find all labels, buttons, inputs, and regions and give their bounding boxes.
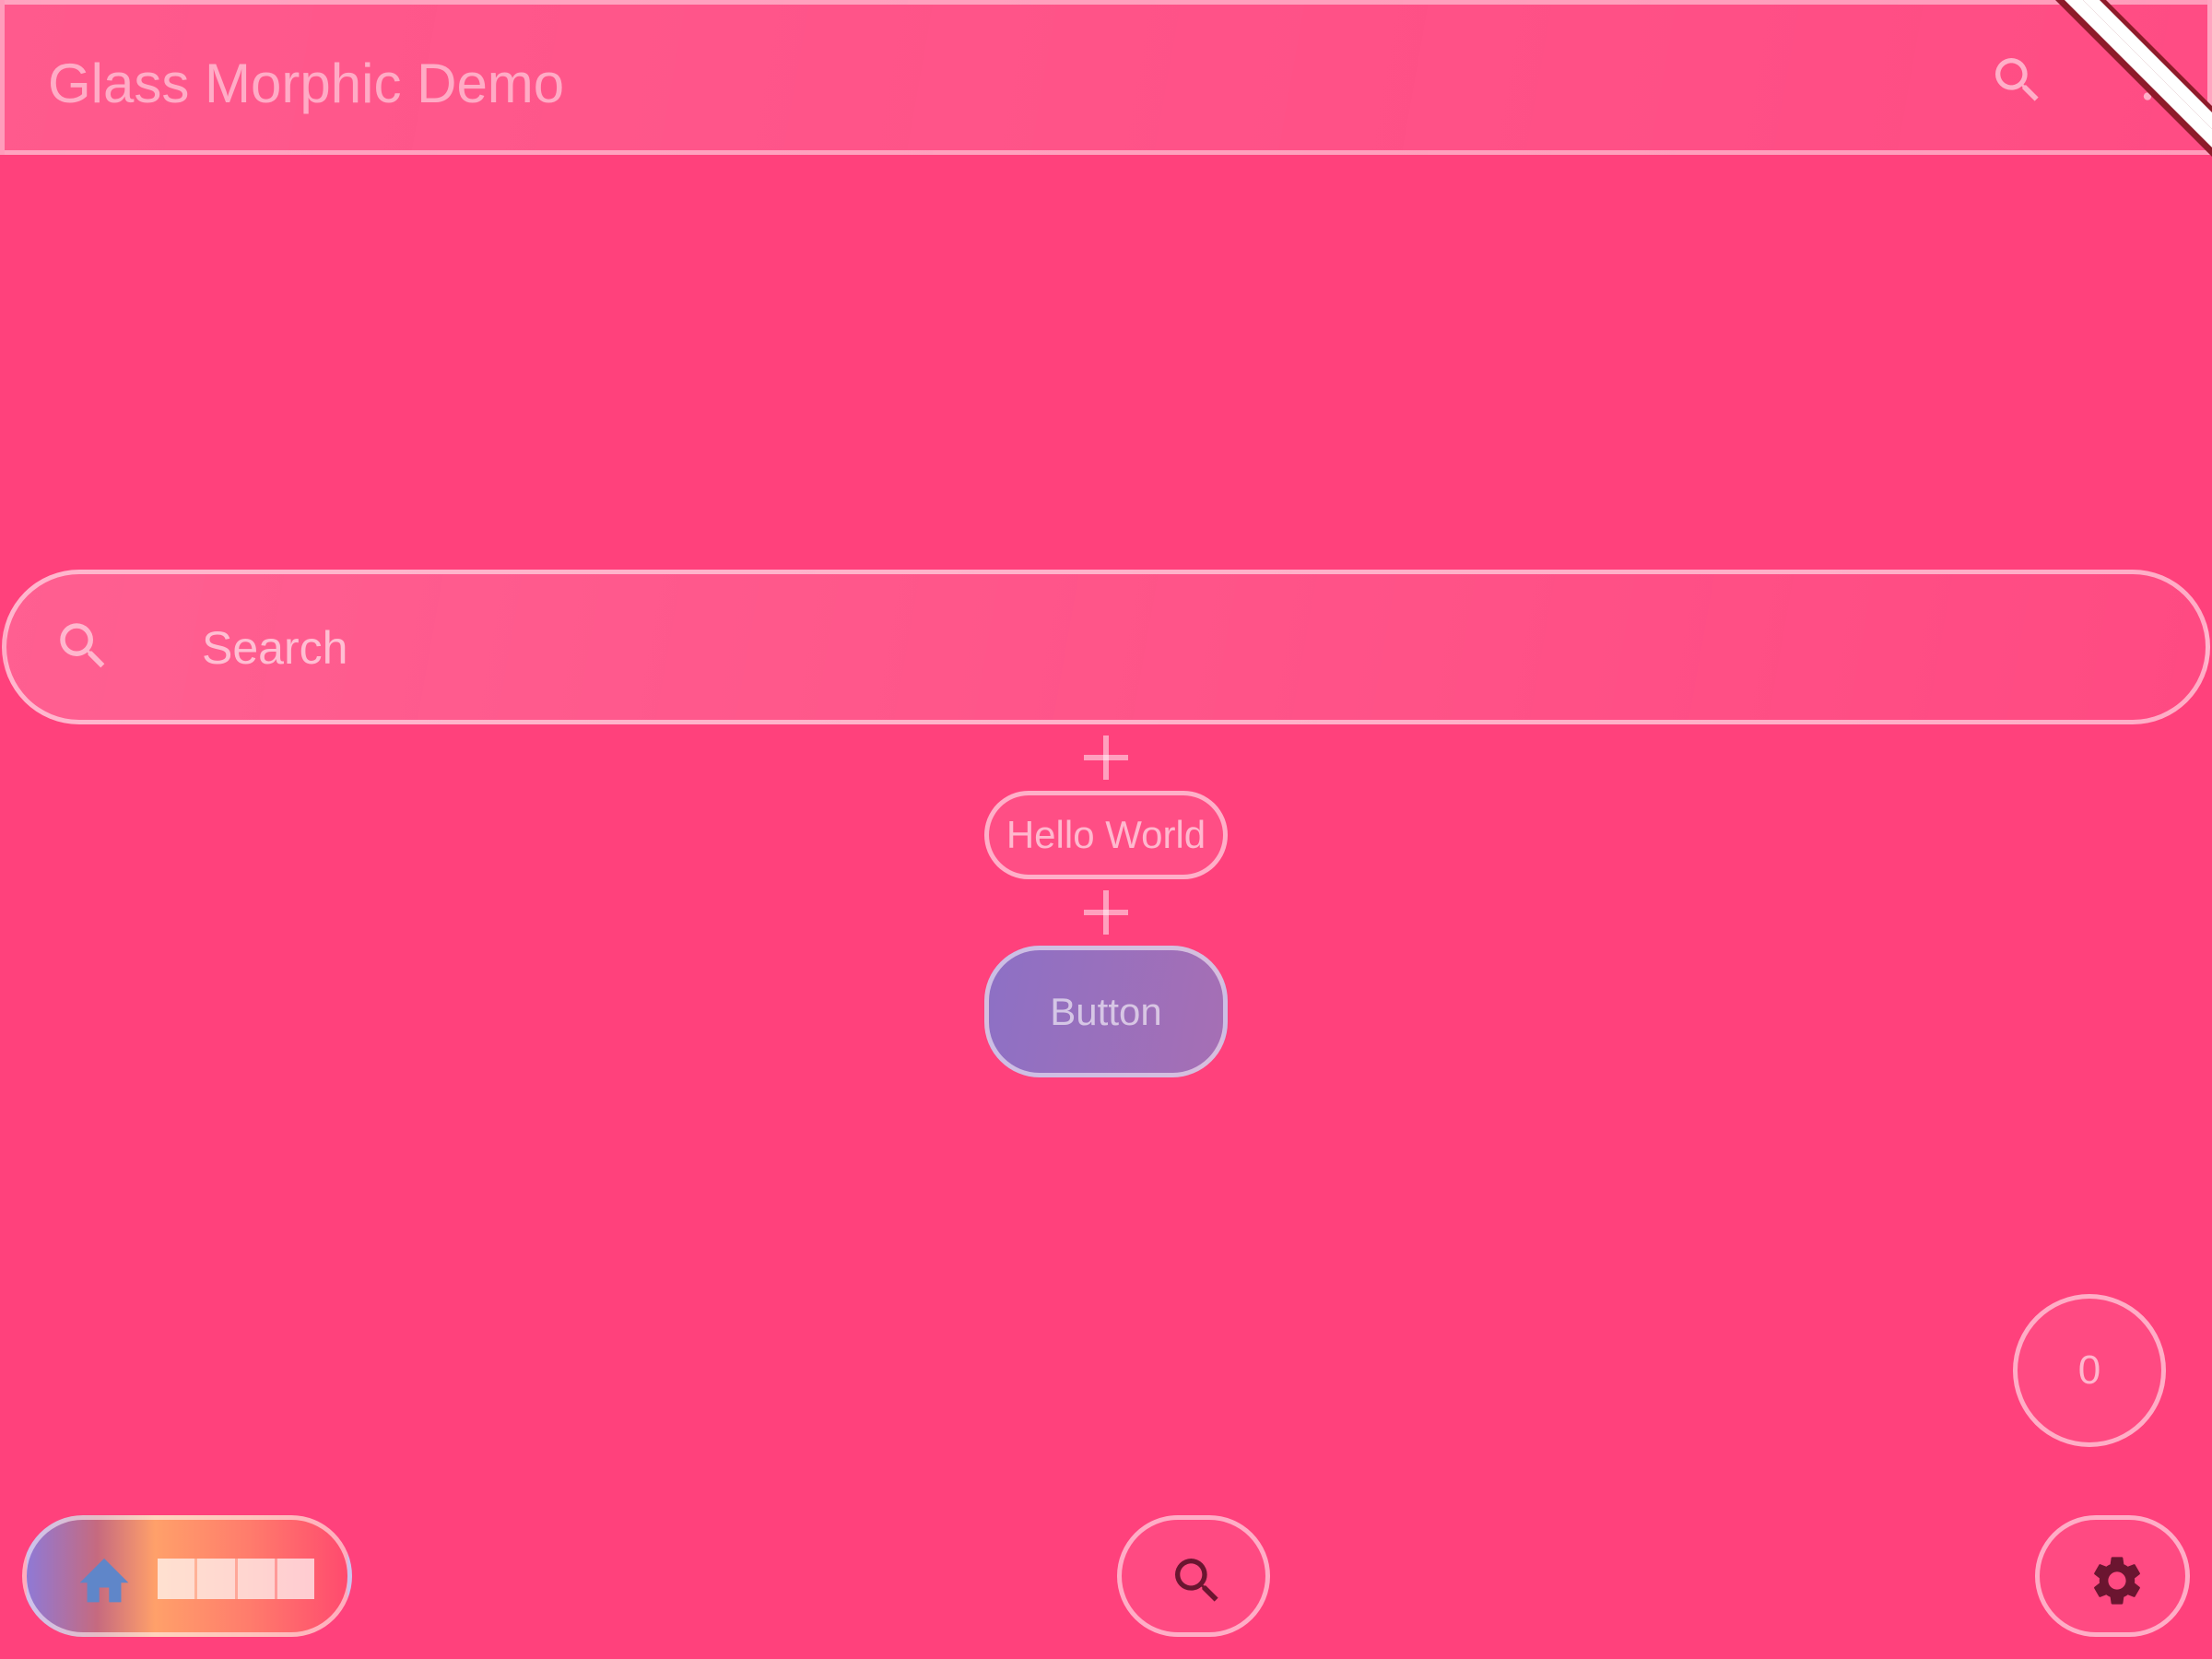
search-icon [1995, 58, 2039, 101]
app-bar-more-button[interactable] [2124, 60, 2171, 106]
more-vert-icon [2143, 92, 2152, 100]
app-bar-search-button[interactable] [1988, 51, 2047, 110]
plus-icon [1084, 735, 1128, 780]
app-title: Glass Morphic Demo [48, 53, 565, 114]
hello-world-chip[interactable]: Hello World [984, 791, 1228, 879]
plus-icon [1084, 890, 1128, 935]
nav-settings-button[interactable] [2035, 1515, 2190, 1637]
search-icon [60, 623, 105, 668]
nav-home-label-placeholder [158, 1559, 314, 1599]
nav-search-button[interactable] [1117, 1515, 1270, 1637]
nav-home-button[interactable] [22, 1515, 352, 1637]
counter-button[interactable]: 0 [2013, 1294, 2166, 1447]
home-icon [79, 1558, 129, 1603]
app-bar: Glass Morphic Demo [0, 0, 2212, 155]
primary-button[interactable]: Button [984, 946, 1228, 1077]
search-bar[interactable] [2, 570, 2210, 724]
search-icon [1175, 1559, 1218, 1602]
search-input[interactable] [200, 611, 2136, 685]
settings-icon [2094, 1557, 2140, 1605]
